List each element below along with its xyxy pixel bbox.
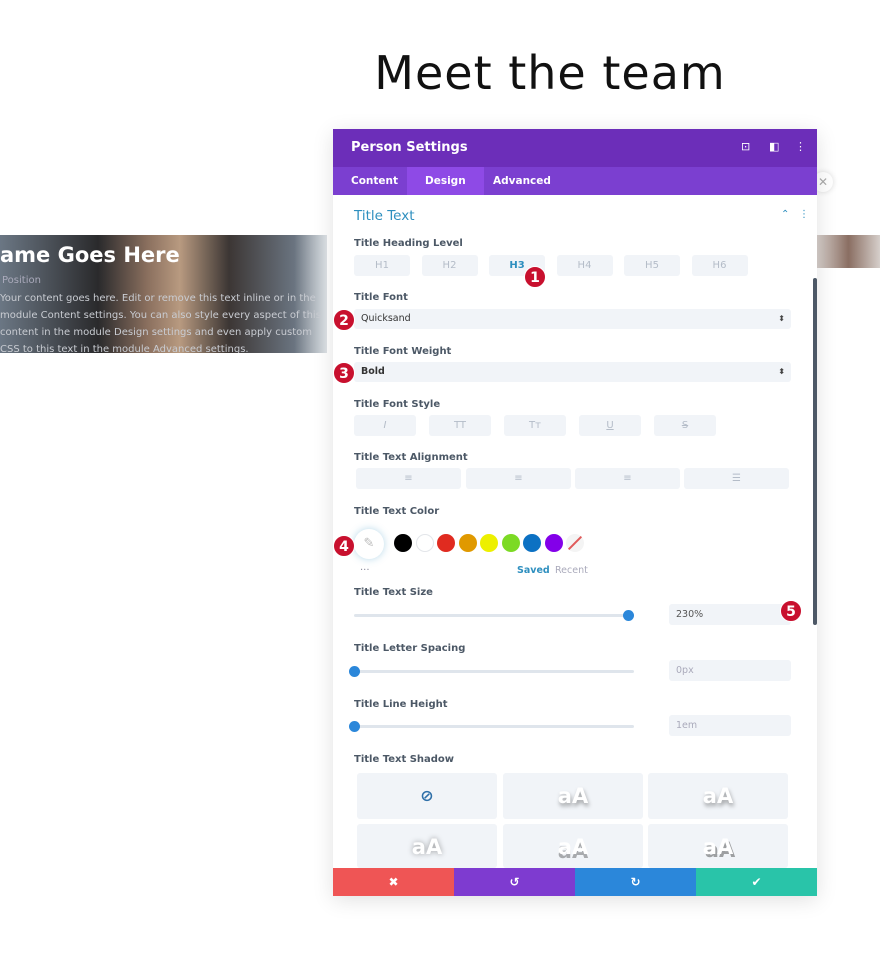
heading-level-label: Title Heading Level bbox=[354, 238, 463, 249]
italic-button[interactable]: I bbox=[354, 415, 416, 436]
heading-h2-button[interactable]: H2 bbox=[421, 255, 478, 276]
more-icon[interactable]: ⋮ bbox=[795, 140, 806, 153]
person-position: Position bbox=[2, 275, 41, 286]
save-button[interactable]: ✔ bbox=[696, 868, 817, 896]
settings-panel: Person Settings ⊡ ◧ ⋮ Content Design Adv… bbox=[333, 129, 817, 896]
scrollbar[interactable] bbox=[813, 278, 817, 625]
color-swatch[interactable] bbox=[501, 534, 520, 552]
font-weight-select[interactable]: Bold ⬍ bbox=[354, 362, 791, 382]
redo-icon: ↻ bbox=[630, 875, 641, 889]
cancel-button[interactable]: ✖ bbox=[333, 868, 454, 896]
ban-icon: ⊘ bbox=[420, 786, 434, 805]
close-icon: ✖ bbox=[388, 875, 399, 889]
panel-tabs: Content Design Advanced bbox=[333, 167, 817, 195]
heading-h1-button[interactable]: H1 bbox=[354, 255, 410, 276]
no-shadow-option[interactable]: ⊘ bbox=[357, 773, 497, 819]
uppercase-button[interactable]: TT bbox=[429, 415, 491, 436]
font-style-label: Title Font Style bbox=[354, 399, 441, 410]
person-body: Your content goes here. Edit or remove t… bbox=[0, 293, 321, 353]
size-slider-thumb[interactable] bbox=[623, 610, 635, 621]
size-label: Title Text Size bbox=[354, 587, 433, 598]
check-icon: ✔ bbox=[751, 875, 762, 889]
line-height-thumb[interactable] bbox=[349, 721, 360, 732]
tab-content[interactable]: Content bbox=[333, 167, 416, 195]
step-badge: 3 bbox=[333, 362, 355, 384]
font-value: Quicksand bbox=[361, 313, 411, 324]
shadow-option[interactable]: aA bbox=[648, 824, 788, 868]
shadow-option[interactable]: aA bbox=[503, 824, 643, 868]
section-more-icon[interactable]: ⋮ bbox=[799, 209, 809, 220]
letter-spacing-slider[interactable] bbox=[349, 666, 634, 677]
size-input[interactable]: 230% bbox=[669, 604, 791, 625]
section-title[interactable]: Title Text bbox=[354, 208, 415, 224]
undo-button[interactable]: ↺ bbox=[454, 868, 575, 896]
font-weight-label: Title Font Weight bbox=[354, 346, 452, 357]
align-right-button[interactable]: ≡ bbox=[575, 468, 680, 489]
color-swatch[interactable] bbox=[480, 534, 498, 552]
color-swatch[interactable] bbox=[458, 534, 477, 552]
color-swatch[interactable] bbox=[544, 534, 563, 552]
color-picker-icon[interactable]: ✎ bbox=[354, 529, 384, 559]
more-colors-button[interactable]: ... bbox=[360, 562, 370, 573]
shadow-option[interactable]: aA bbox=[648, 773, 788, 819]
line-height-slider[interactable] bbox=[349, 721, 634, 732]
person-name: ame Goes Here bbox=[0, 243, 180, 267]
person-card: ame Goes Here Position Your content goes… bbox=[0, 235, 327, 353]
font-label: Title Font bbox=[354, 292, 408, 303]
tab-advanced[interactable]: Advanced bbox=[475, 167, 569, 195]
step-badge: 5 bbox=[780, 600, 802, 622]
person-image-fragment bbox=[817, 235, 880, 268]
step-badge: 4 bbox=[333, 535, 355, 557]
letter-spacing-label: Title Letter Spacing bbox=[354, 643, 466, 654]
step-badge: 2 bbox=[333, 309, 355, 331]
color-label: Title Text Color bbox=[354, 506, 440, 517]
align-justify-button[interactable]: ☰ bbox=[684, 468, 789, 489]
color-swatch[interactable] bbox=[523, 534, 541, 552]
collapse-icon[interactable]: ⌃ bbox=[781, 209, 789, 220]
shadow-option[interactable]: aA bbox=[357, 824, 497, 868]
step-badge: 1 bbox=[524, 266, 546, 288]
select-arrow-icon: ⬍ bbox=[778, 367, 785, 376]
line-height-label: Title Line Height bbox=[354, 699, 448, 710]
line-height-input[interactable]: 1em bbox=[669, 715, 791, 736]
color-swatch[interactable] bbox=[415, 534, 434, 552]
redo-button[interactable]: ↻ bbox=[575, 868, 696, 896]
color-swatch[interactable] bbox=[437, 534, 455, 552]
font-weight-value: Bold bbox=[361, 366, 385, 377]
letter-spacing-input[interactable]: 0px bbox=[669, 660, 791, 681]
heading-h4-button[interactable]: H4 bbox=[556, 255, 613, 276]
align-left-button[interactable]: ≡ bbox=[356, 468, 461, 489]
panel-header: Person Settings ⊡ ◧ ⋮ bbox=[333, 129, 817, 167]
color-swatch[interactable] bbox=[394, 534, 412, 552]
undo-icon: ↺ bbox=[509, 875, 520, 889]
text-shadow-label: Title Text Shadow bbox=[354, 754, 455, 765]
shadow-option[interactable]: aA bbox=[503, 773, 643, 819]
heading-h6-button[interactable]: H6 bbox=[691, 255, 748, 276]
align-center-button[interactable]: ≡ bbox=[466, 468, 571, 489]
recent-tab[interactable]: Recent bbox=[555, 565, 588, 576]
panel-title: Person Settings bbox=[351, 140, 468, 155]
page-title: Meet the team bbox=[374, 46, 726, 100]
alignment-label: Title Text Alignment bbox=[354, 452, 468, 463]
no-color-swatch[interactable] bbox=[566, 534, 584, 552]
font-select[interactable]: Quicksand ⬍ bbox=[354, 309, 791, 329]
heading-h5-button[interactable]: H5 bbox=[624, 255, 680, 276]
split-view-icon[interactable]: ◧ bbox=[769, 140, 779, 153]
tab-design[interactable]: Design bbox=[407, 167, 484, 195]
strikethrough-button[interactable]: S bbox=[654, 415, 716, 436]
select-arrow-icon: ⬍ bbox=[778, 314, 785, 323]
saved-tab[interactable]: Saved bbox=[517, 565, 550, 576]
size-slider[interactable] bbox=[354, 610, 635, 621]
letter-spacing-thumb[interactable] bbox=[349, 666, 360, 677]
focus-icon[interactable]: ⊡ bbox=[741, 140, 750, 153]
underline-button[interactable]: U bbox=[579, 415, 641, 436]
smallcaps-button[interactable]: Tт bbox=[504, 415, 566, 436]
